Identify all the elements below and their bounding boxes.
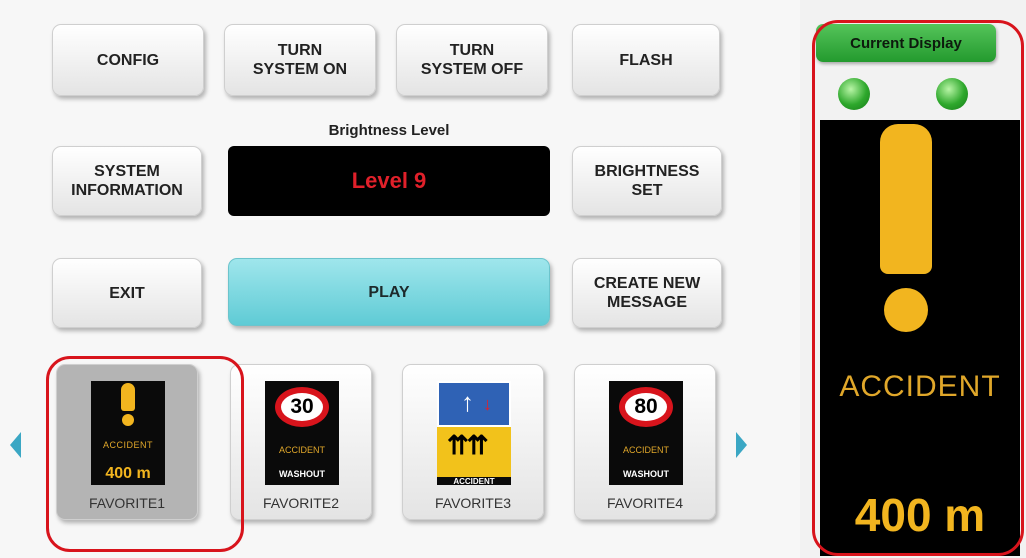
sign-text: ACCIDENT: [453, 477, 495, 485]
system-information-button[interactable]: SYSTEM INFORMATION: [52, 146, 202, 216]
flash-button[interactable]: FLASH: [572, 24, 720, 96]
sign-text: ACCIDENT: [622, 445, 669, 455]
lane-merge-icon: ⇈⇈: [447, 430, 489, 460]
current-display-screen: ACCIDENT 400 m: [820, 120, 1020, 556]
favorite-2-sign-preview: 30 ACCIDENT WASHOUT: [265, 381, 339, 485]
favorite-label: FAVORITE3: [435, 495, 511, 511]
current-display-distance: 400 m: [854, 489, 986, 541]
speed-limit-sign: 80: [619, 387, 673, 427]
exclamation-icon: [880, 124, 932, 274]
arrow-up-icon: ↑: [461, 387, 474, 417]
favorite-slot-3[interactable]: ↑ ↓ ⇈⇈ ACCIDENT FAVORITE3: [402, 364, 544, 520]
favorite-slot-2[interactable]: 30 ACCIDENT WASHOUT FAVORITE2: [230, 364, 372, 520]
favorite-label: FAVORITE1: [89, 495, 165, 511]
chevron-left-icon[interactable]: [10, 432, 21, 458]
chevron-right-icon[interactable]: [736, 432, 747, 458]
exit-button[interactable]: EXIT: [52, 258, 202, 328]
exclamation-dot: [884, 288, 928, 332]
arrow-down-icon: ↓: [483, 394, 492, 414]
status-led-left: [838, 78, 870, 110]
sign-subtext: WASHOUT: [279, 469, 325, 479]
turn-system-on-button[interactable]: TURN SYSTEM ON: [224, 24, 376, 96]
status-led-right: [936, 78, 968, 110]
sign-text: ACCIDENT: [102, 440, 153, 450]
create-new-message-button[interactable]: CREATE NEW MESSAGE: [572, 258, 722, 328]
favorite-3-sign-preview: ↑ ↓ ⇈⇈ ACCIDENT: [437, 381, 511, 485]
favorite-label: FAVORITE2: [263, 495, 339, 511]
exclamation-icon: [121, 383, 135, 411]
brightness-level-label: Brightness Level: [328, 122, 450, 139]
sign-subtext: WASHOUT: [623, 469, 669, 479]
favorite-4-sign-preview: 80 ACCIDENT WASHOUT: [609, 381, 683, 485]
favorite-1-sign-preview: ACCIDENT 400 m: [91, 381, 165, 485]
config-button[interactable]: CONFIG: [52, 24, 204, 96]
lane-merge-panel: ⇈⇈: [437, 427, 511, 477]
favorite-slot-4[interactable]: 80 ACCIDENT WASHOUT FAVORITE4: [574, 364, 716, 520]
favorite-label: FAVORITE4: [607, 495, 683, 511]
current-display-text: ACCIDENT: [839, 370, 1001, 403]
speed-limit-sign: 30: [275, 387, 329, 427]
play-button[interactable]: PLAY: [228, 258, 550, 326]
sign-text: ACCIDENT: [278, 445, 325, 455]
current-display-button[interactable]: Current Display: [816, 24, 996, 62]
brightness-level-display: Level 9: [228, 146, 550, 216]
brightness-set-button[interactable]: BRIGHTNESS SET: [572, 146, 722, 216]
exclamation-dot: [122, 414, 134, 426]
sign-distance: 400 m: [105, 465, 151, 482]
lane-arrow-panel: ↑ ↓: [437, 381, 511, 427]
turn-system-off-button[interactable]: TURN SYSTEM OFF: [396, 24, 548, 96]
favorite-slot-1[interactable]: ACCIDENT 400 m FAVORITE1: [56, 364, 198, 520]
